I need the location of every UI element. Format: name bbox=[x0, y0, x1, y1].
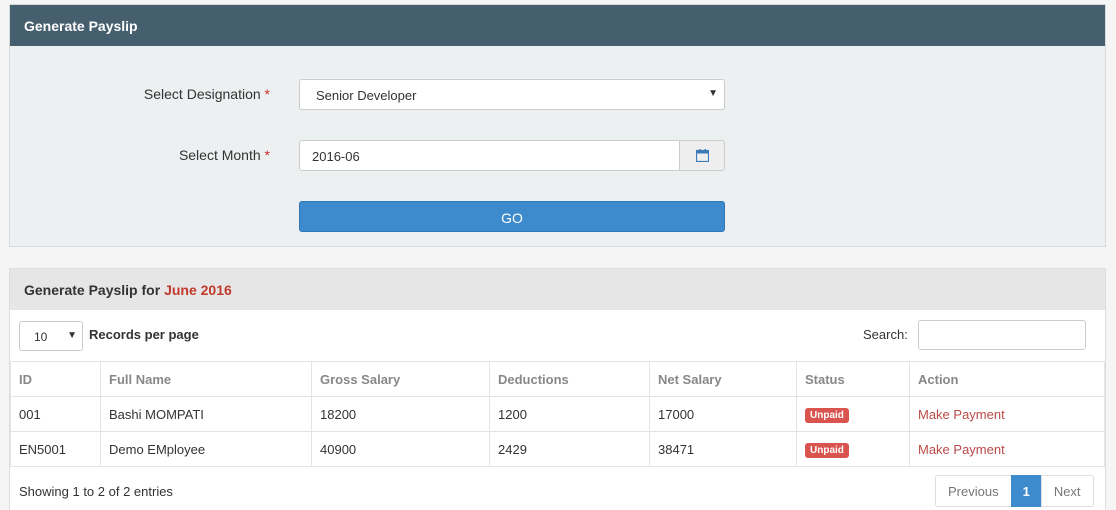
list-title-prefix: Generate Payslip for bbox=[24, 282, 161, 298]
cell-id: EN5001 bbox=[10, 431, 101, 467]
date-picker-button[interactable] bbox=[679, 140, 725, 171]
cell-deductions: 1200 bbox=[489, 396, 650, 432]
page-1-button[interactable]: 1 bbox=[1010, 475, 1042, 507]
caret-down-icon: ▼ bbox=[67, 330, 77, 341]
records-per-page-label: Records per page bbox=[89, 327, 199, 342]
form-panel-title: Generate Payslip bbox=[10, 5, 1105, 46]
generate-payslip-form-panel: Generate Payslip Select Designation * Se… bbox=[9, 4, 1106, 247]
cell-action: Make Payment bbox=[909, 396, 1105, 432]
column-header-deductions[interactable]: Deductions bbox=[489, 361, 650, 397]
column-header-status[interactable]: Status bbox=[796, 361, 910, 397]
month-label: Select Month * bbox=[10, 147, 270, 163]
payslip-table: ID Full Name Gross Salary Deductions Net… bbox=[10, 361, 1105, 467]
month-label-text: Select Month bbox=[178, 147, 261, 163]
table-header-row: ID Full Name Gross Salary Deductions Net… bbox=[10, 361, 1105, 397]
cell-net-salary: 17000 bbox=[649, 396, 797, 432]
designation-selected-value: Senior Developer bbox=[316, 88, 417, 103]
table-row: 001 Bashi MOMPATI 18200 1200 17000 Unpai… bbox=[10, 396, 1105, 432]
cell-id: 001 bbox=[10, 396, 101, 432]
search-label: Search: bbox=[863, 327, 908, 342]
required-mark: * bbox=[264, 147, 270, 163]
page-length-select[interactable]: 10 ▼ bbox=[19, 321, 83, 351]
column-header-action[interactable]: Action bbox=[909, 361, 1105, 397]
cell-full-name: Bashi MOMPATI bbox=[100, 396, 312, 432]
next-page-button[interactable]: Next bbox=[1040, 475, 1094, 507]
column-header-net-salary[interactable]: Net Salary bbox=[649, 361, 797, 397]
list-title-period: June 2016 bbox=[164, 282, 232, 298]
cell-net-salary: 38471 bbox=[649, 431, 797, 467]
page-length-value: 10 bbox=[34, 330, 48, 344]
list-panel-title: Generate Payslip for June 2016 bbox=[10, 269, 1105, 310]
month-input-value: 2016-06 bbox=[312, 149, 360, 164]
cell-full-name: Demo EMployee bbox=[100, 431, 312, 467]
designation-label-text: Select Designation bbox=[143, 86, 261, 102]
designation-label: Select Designation * bbox=[10, 86, 270, 102]
cell-status: Unpaid bbox=[796, 396, 910, 432]
column-header-full-name[interactable]: Full Name bbox=[100, 361, 312, 397]
caret-down-icon: ▼ bbox=[708, 88, 718, 99]
status-badge: Unpaid bbox=[805, 407, 849, 423]
cell-status: Unpaid bbox=[796, 431, 910, 467]
status-badge: Unpaid bbox=[805, 442, 849, 458]
required-mark: * bbox=[264, 86, 270, 102]
designation-select[interactable]: Senior Developer ▼ bbox=[299, 79, 725, 110]
cell-gross-salary: 40900 bbox=[311, 431, 490, 467]
table-row: EN5001 Demo EMployee 40900 2429 38471 Un… bbox=[10, 431, 1105, 467]
cell-action: Make Payment bbox=[909, 431, 1105, 467]
go-button[interactable]: GO bbox=[299, 201, 725, 232]
make-payment-link[interactable]: Make Payment bbox=[918, 442, 1005, 457]
month-input[interactable]: 2016-06 bbox=[299, 140, 680, 171]
cell-deductions: 2429 bbox=[489, 431, 650, 467]
previous-page-button[interactable]: Previous bbox=[935, 475, 1012, 507]
column-header-gross-salary[interactable]: Gross Salary bbox=[311, 361, 490, 397]
table-info: Showing 1 to 2 of 2 entries bbox=[19, 484, 173, 499]
make-payment-link[interactable]: Make Payment bbox=[918, 407, 1005, 422]
cell-gross-salary: 18200 bbox=[311, 396, 490, 432]
search-input[interactable] bbox=[918, 320, 1086, 350]
column-header-id[interactable]: ID bbox=[10, 361, 101, 397]
payslip-list-panel: Generate Payslip for June 2016 10 ▼ Reco… bbox=[9, 268, 1106, 510]
calendar-icon bbox=[695, 149, 709, 162]
pagination: Previous 1 Next bbox=[935, 475, 1094, 507]
